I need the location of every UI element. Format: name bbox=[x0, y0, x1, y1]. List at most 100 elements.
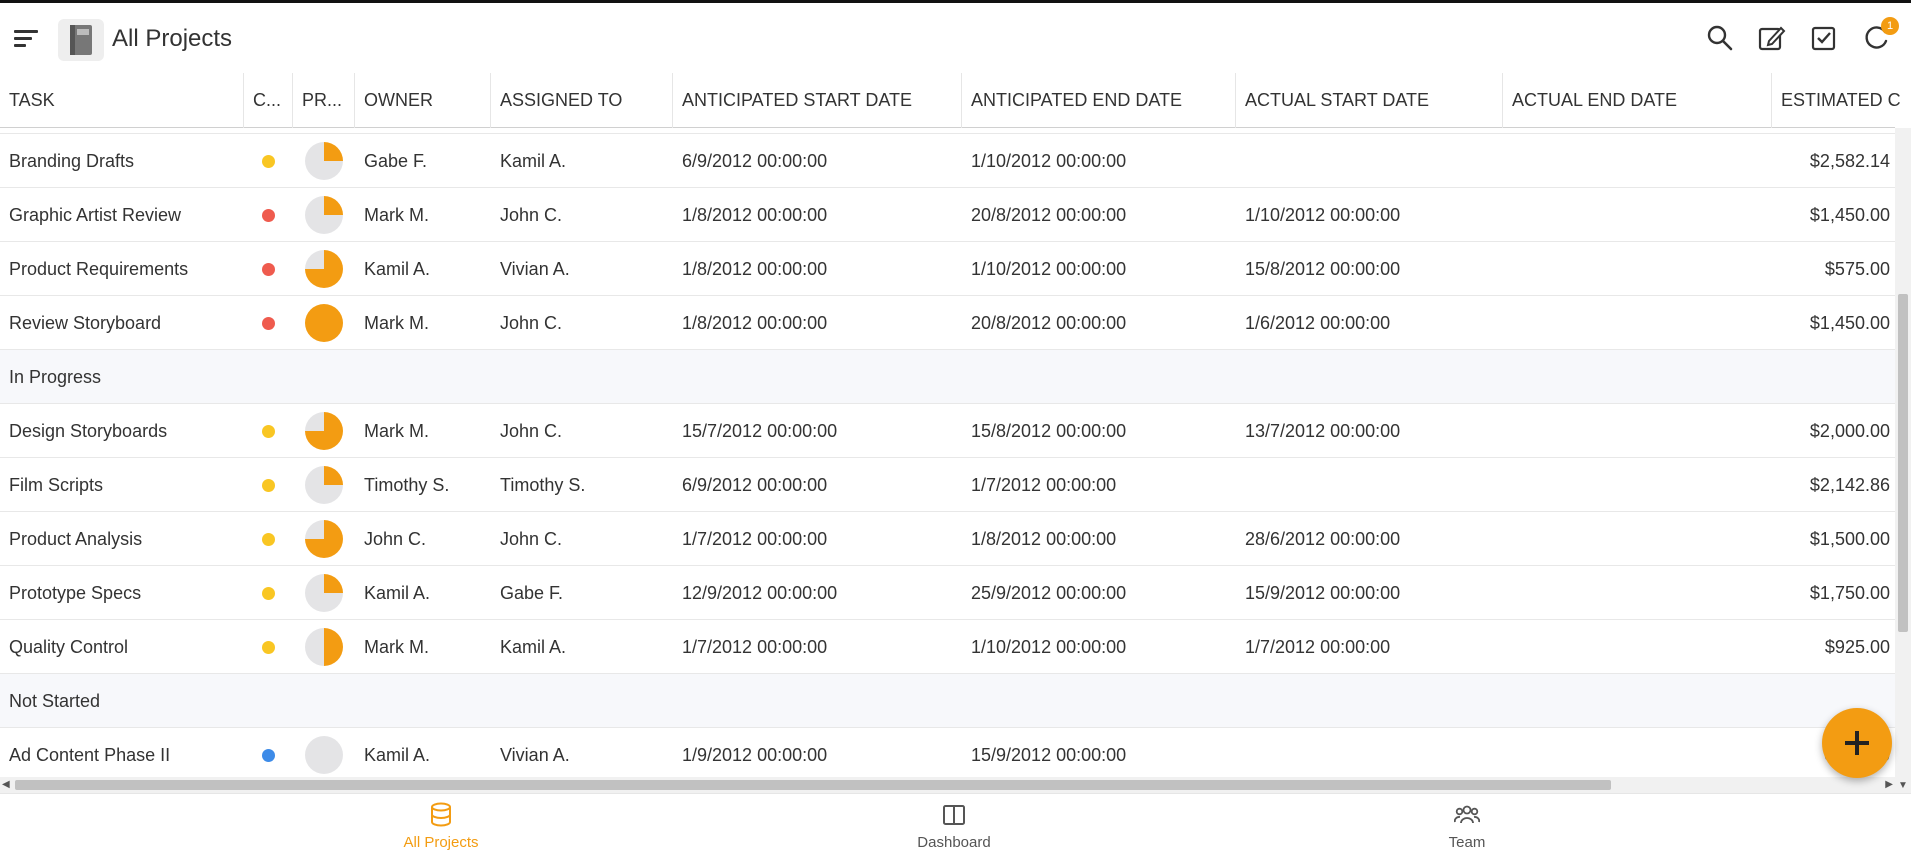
menu-icon[interactable] bbox=[14, 30, 38, 48]
table-row[interactable]: Branding Drafts Gabe F. Kamil A. 6/9/2012 0… bbox=[0, 134, 1895, 188]
edit-button[interactable] bbox=[1757, 23, 1787, 53]
cell-ant-end: 1/8/2012 00:00:00 bbox=[971, 528, 1117, 549]
progress-pie-icon bbox=[305, 628, 343, 666]
nav-team[interactable]: Team bbox=[1387, 802, 1547, 862]
status-dot-icon bbox=[262, 424, 275, 438]
cell-ant-end: 1/10/2012 00:00:00 bbox=[971, 258, 1127, 279]
header-col-act-start[interactable]: ACTUAL START DATE bbox=[1236, 73, 1503, 128]
vertical-scroll-thumb[interactable] bbox=[1898, 294, 1908, 632]
header-col-owner[interactable]: OWNER bbox=[355, 73, 491, 128]
group-row[interactable]: In Progress bbox=[0, 350, 1895, 404]
cell-ant-start: 6/9/2012 00:00:00 bbox=[682, 474, 828, 495]
scroll-right-arrow-icon[interactable]: ▶ bbox=[1885, 779, 1893, 790]
cell-act-start bbox=[1236, 134, 1503, 188]
header-col-ant-end[interactable]: ANTICIPATED END DATE bbox=[962, 73, 1236, 128]
cell-ant-end: 20/8/2012 00:00:00 bbox=[971, 204, 1127, 225]
group-label: Not Started bbox=[9, 690, 101, 711]
header-col-progress[interactable]: PR... bbox=[293, 73, 355, 128]
cell-ant-start: 12/9/2012 00:00:00 bbox=[682, 582, 838, 603]
progress-pie-icon bbox=[305, 736, 343, 774]
cell-estimated-cost: $1,750.00 bbox=[1809, 582, 1890, 603]
cell-act-end bbox=[1503, 242, 1772, 296]
status-dot-icon bbox=[262, 532, 275, 546]
cell-task[interactable]: Film Scripts bbox=[0, 458, 244, 512]
table-row[interactable]: Quality Control Mark M. Kamil A. 1/7/2012 0… bbox=[0, 620, 1895, 674]
cell-owner: Kamil A. bbox=[364, 258, 431, 279]
header-col-task[interactable]: TASK bbox=[0, 73, 244, 128]
cell-ant-end: 1/7/2012 00:00:00 bbox=[971, 474, 1117, 495]
table-row[interactable]: Design Storyboards Mark M. John C. 15/7/201… bbox=[0, 404, 1895, 458]
nav-dashboard[interactable]: Dashboard bbox=[874, 802, 1034, 862]
cell-act-start bbox=[1236, 728, 1503, 778]
progress-pie-icon bbox=[305, 304, 343, 342]
header-col-act-end[interactable]: ACTUAL END DATE bbox=[1503, 73, 1772, 128]
cell-owner: Kamil A. bbox=[364, 582, 431, 603]
cell-ant-end: 1/10/2012 00:00:00 bbox=[971, 636, 1127, 657]
progress-pie-icon bbox=[305, 466, 343, 504]
table-row[interactable]: Review Storyboard Mark M. John C. 1/8/2012 … bbox=[0, 296, 1895, 350]
status-dot-icon bbox=[262, 640, 275, 654]
scroll-left-arrow-icon[interactable]: ◀ bbox=[2, 779, 10, 790]
cell-progress bbox=[293, 512, 355, 566]
bottom-navigation: All Projects Dashboard Team bbox=[0, 793, 1911, 866]
cell-color bbox=[244, 188, 293, 242]
progress-pie-icon bbox=[305, 520, 343, 558]
cell-ant-end: 1/10/2012 00:00:00 bbox=[971, 150, 1127, 171]
cell-ant-start: 1/8/2012 00:00:00 bbox=[682, 204, 828, 225]
table-row[interactable]: Graphic Artist Review Mark M. John C. 1/8/2… bbox=[0, 188, 1895, 242]
table-row[interactable]: Film Scripts Timothy S. Timothy S. 6/9/2012… bbox=[0, 458, 1895, 512]
header-col-assigned[interactable]: ASSIGNED TO bbox=[491, 73, 673, 128]
cell-owner: Gabe F. bbox=[364, 150, 428, 171]
status-dot-icon bbox=[262, 316, 275, 330]
cell-estimated-cost: $2,000.00 bbox=[1809, 420, 1890, 441]
cell-color bbox=[244, 134, 293, 188]
cell-task[interactable]: Graphic Artist Review bbox=[0, 188, 244, 242]
search-button[interactable] bbox=[1705, 23, 1735, 53]
cell-task[interactable]: Product Requirements bbox=[0, 242, 244, 296]
table-row[interactable]: Product Analysis John C. John C. 1/7/2012 0… bbox=[0, 512, 1895, 566]
cell-act-end bbox=[1503, 728, 1772, 778]
table-row[interactable]: Prototype Specs Kamil A. Gabe F. 12/9/2012 … bbox=[0, 566, 1895, 620]
cell-ant-start: 1/8/2012 00:00:00 bbox=[682, 258, 828, 279]
status-dot-icon bbox=[262, 478, 275, 492]
cell-color bbox=[244, 458, 293, 512]
cell-estimated-cost: $2,142.86 bbox=[1809, 474, 1890, 495]
cell-task[interactable]: Prototype Specs bbox=[0, 566, 244, 620]
header-col-estimated-cost[interactable]: ESTIMATED C bbox=[1772, 73, 1911, 128]
header-col-color[interactable]: C... bbox=[244, 73, 293, 128]
cell-act-end bbox=[1503, 134, 1772, 188]
grid-body: Branding Drafts Gabe F. Kamil A. 6/9/2012 0… bbox=[0, 128, 1895, 778]
cell-color bbox=[244, 242, 293, 296]
nav-label: All Projects bbox=[403, 834, 479, 851]
cell-task[interactable]: Ad Content Phase II bbox=[0, 728, 244, 778]
table-row[interactable]: Ad Content Phase II Kamil A. Vivian A. 1/9/… bbox=[0, 728, 1895, 778]
cell-task[interactable]: Product Analysis bbox=[0, 512, 244, 566]
add-task-button[interactable] bbox=[1822, 708, 1892, 778]
cell-task[interactable]: Design Storyboards bbox=[0, 404, 244, 458]
refresh-button[interactable]: 1 bbox=[1861, 17, 1899, 53]
scroll-down-arrow-icon[interactable]: ▼ bbox=[1898, 780, 1908, 791]
cell-task[interactable]: Quality Control bbox=[0, 620, 244, 674]
cell-act-start: 15/8/2012 00:00:00 bbox=[1245, 258, 1401, 279]
cell-ant-start: 15/7/2012 00:00:00 bbox=[682, 420, 838, 441]
nav-all-projects[interactable]: All Projects bbox=[361, 802, 521, 862]
dashboard-icon bbox=[943, 805, 965, 825]
cell-ant-end: 15/9/2012 00:00:00 bbox=[971, 744, 1127, 765]
cell-task[interactable]: Branding Drafts bbox=[0, 134, 244, 188]
cell-ant-start: 1/7/2012 00:00:00 bbox=[682, 528, 828, 549]
page-title: All Projects bbox=[112, 25, 233, 52]
group-row[interactable]: Not Started bbox=[0, 674, 1895, 728]
database-icon bbox=[431, 802, 451, 827]
horizontal-scrollbar[interactable]: ◀ ▶ bbox=[0, 777, 1895, 793]
vertical-scrollbar[interactable]: ▼ bbox=[1895, 128, 1911, 793]
table-row[interactable]: Product Requirements Kamil A. Vivian A. 1/8… bbox=[0, 242, 1895, 296]
cell-task[interactable]: Review Storyboard bbox=[0, 296, 244, 350]
tasks-button[interactable] bbox=[1809, 23, 1839, 53]
cell-estimated-cost: $575.00 bbox=[1824, 258, 1890, 279]
cell-color bbox=[244, 620, 293, 674]
cell-act-end bbox=[1503, 404, 1772, 458]
header-col-ant-start[interactable]: ANTICIPATED START DATE bbox=[673, 73, 962, 128]
cell-progress bbox=[293, 728, 355, 778]
horizontal-scroll-thumb[interactable] bbox=[15, 780, 1611, 790]
cell-color bbox=[244, 728, 293, 778]
